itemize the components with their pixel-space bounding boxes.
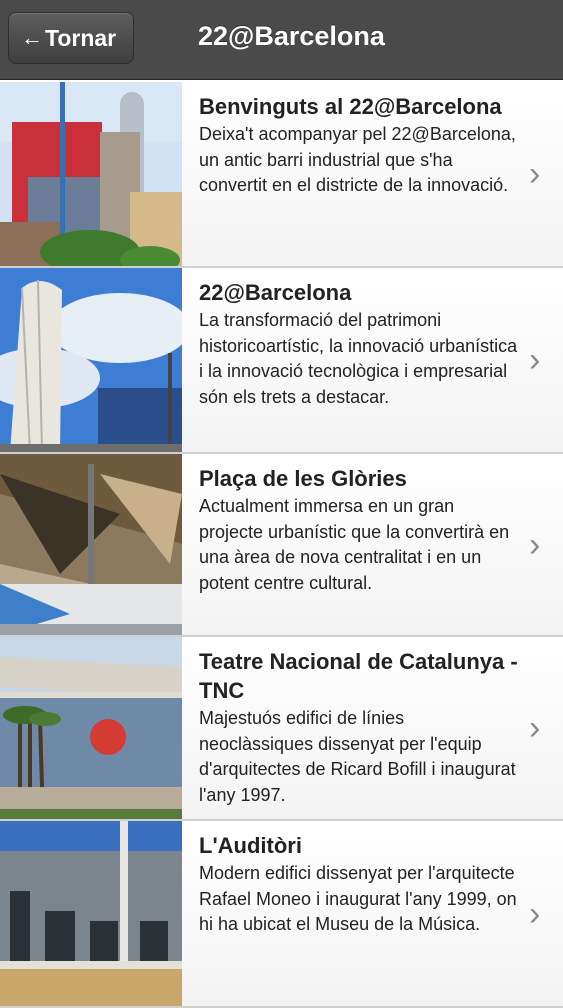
chevron-right-icon: › <box>529 709 541 747</box>
page-title: 22@Barcelona <box>198 21 385 51</box>
item-description: Deixa't acompanyar pel 22@Barcelona, un … <box>199 124 516 195</box>
list-item[interactable]: Plaça de les Glòries Actualment immersa … <box>0 454 563 637</box>
chevron-right-icon: › <box>529 894 541 933</box>
left-arrow-icon: ← <box>21 25 43 50</box>
thumbnail-image <box>0 268 182 452</box>
chevron-right-icon: › <box>529 341 541 379</box>
item-description: Actualment immersa en un gran projecte u… <box>199 496 510 593</box>
list-item[interactable]: 22@Barcelona La transformació del patrim… <box>0 268 563 454</box>
place-list: Benvinguts al 22@Barcelona Deixa't acomp… <box>0 82 563 1008</box>
thumbnail-image <box>0 637 182 819</box>
item-title: L'Auditòri <box>199 833 302 858</box>
thumbnail-image <box>0 82 182 266</box>
item-description: Majestuós edifici de línies neoclàssique… <box>199 708 516 805</box>
item-description: Modern edifici dissenyat per l'arquitect… <box>199 863 517 934</box>
chevron-right-icon: › <box>529 525 541 564</box>
item-title: Benvinguts al 22@Barcelona <box>199 94 502 119</box>
list-item[interactable]: Benvinguts al 22@Barcelona Deixa't acomp… <box>0 82 563 268</box>
item-title: 22@Barcelona <box>199 280 352 305</box>
back-button-label: Tornar <box>45 24 117 51</box>
back-button[interactable]: ← Tornar <box>8 12 134 64</box>
chevron-right-icon: › <box>529 155 541 193</box>
list-item[interactable]: Teatre Nacional de Catalunya - TNC Majes… <box>0 637 563 821</box>
navigation-bar: ← Tornar 22@Barcelona <box>0 0 563 80</box>
list-item[interactable]: L'Auditòri Modern edifici dissenyat per … <box>0 821 563 1008</box>
item-title: Teatre Nacional de Catalunya - TNC <box>199 649 518 703</box>
thumbnail-image <box>0 821 182 1006</box>
item-title: Plaça de les Glòries <box>199 466 407 491</box>
item-description: La transformació del patrimoni historico… <box>199 310 518 407</box>
thumbnail-image <box>0 454 182 635</box>
